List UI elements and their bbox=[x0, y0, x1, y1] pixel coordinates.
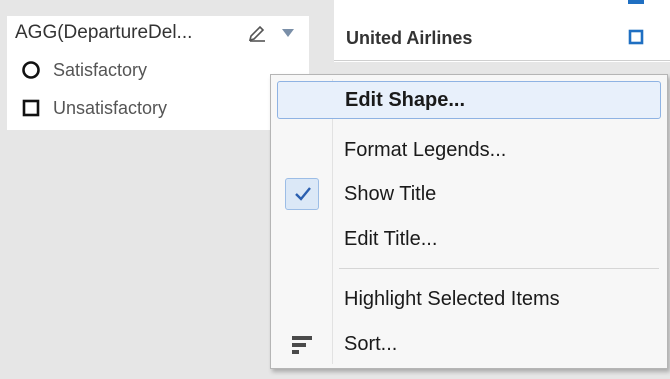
menu-item-label: Show Title bbox=[344, 183, 437, 205]
menu-item-sort[interactable]: Sort... bbox=[277, 325, 661, 363]
legend-item-label: Unsatisfactory bbox=[53, 97, 168, 118]
square-mark-icon[interactable] bbox=[628, 29, 644, 45]
chevron-down-icon[interactable] bbox=[282, 29, 294, 37]
menu-item-label: Format Legends... bbox=[344, 139, 507, 161]
menu-item-format-legends[interactable]: Format Legends... bbox=[277, 131, 661, 169]
legend-title: AGG(DepartureDel... bbox=[15, 22, 193, 43]
menu-separator bbox=[339, 268, 659, 269]
menu-item-highlight-selected-items[interactable]: Highlight Selected Items bbox=[277, 280, 661, 318]
menu-item-edit-shape[interactable]: Edit Shape... bbox=[277, 81, 661, 119]
view-row-panel: United Airlines bbox=[334, 0, 670, 62]
menu-item-edit-title[interactable]: Edit Title... bbox=[277, 220, 661, 258]
menu-item-label: Edit Shape... bbox=[345, 89, 466, 111]
pencil-icon[interactable] bbox=[247, 23, 267, 43]
legend-context-menu: Edit Shape... Format Legends... Show Tit… bbox=[270, 74, 668, 369]
row-header-airline[interactable]: United Airlines bbox=[346, 28, 472, 49]
square-outline-icon bbox=[22, 99, 40, 117]
sort-icon bbox=[292, 336, 312, 354]
shape-legend: AGG(DepartureDel... Satisfactory Unsatis… bbox=[7, 16, 309, 130]
menu-item-label: Sort... bbox=[344, 333, 398, 355]
legend-item-satisfactory[interactable]: Satisfactory bbox=[21, 58, 147, 82]
legend-header[interactable]: AGG(DepartureDel... bbox=[7, 16, 309, 50]
circle-outline-icon bbox=[22, 61, 40, 79]
checkmark-icon bbox=[285, 178, 319, 210]
menu-item-show-title[interactable]: Show Title bbox=[277, 175, 661, 213]
menu-item-label: Highlight Selected Items bbox=[344, 288, 560, 310]
partial-mark bbox=[628, 0, 644, 4]
row-divider bbox=[334, 60, 670, 61]
legend-item-unsatisfactory[interactable]: Unsatisfactory bbox=[21, 96, 167, 120]
legend-item-label: Satisfactory bbox=[53, 59, 148, 80]
menu-item-label: Edit Title... bbox=[344, 228, 438, 250]
